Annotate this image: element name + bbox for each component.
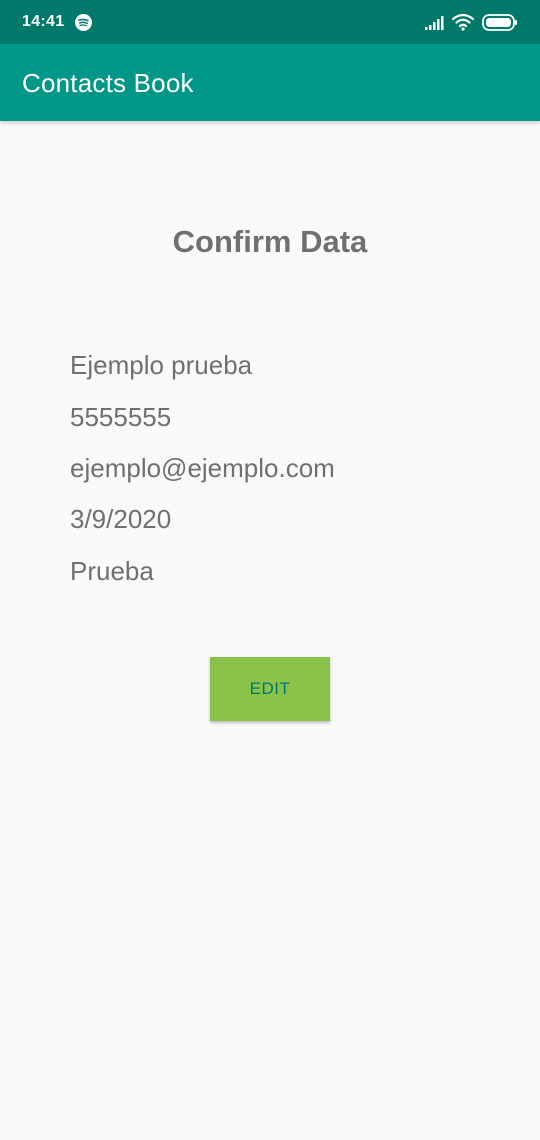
app-bar: Contacts Book [0,44,540,121]
spotify-icon [75,14,92,31]
wifi-icon [451,13,475,31]
cell-signal-icon [424,15,446,31]
edit-button[interactable]: EDIT [210,657,330,721]
contact-date: 3/9/2020 [70,504,172,534]
status-bar: 14:41 [0,0,540,44]
contact-phone: 5555555 [70,402,172,432]
page-title: Confirm Data [172,224,368,259]
battery-icon [482,14,518,31]
status-time: 14:41 [22,13,65,30]
contact-name: Ejemplo prueba [70,350,253,380]
app-title: Contacts Book [22,68,194,98]
contact-email: ejemplo@ejemplo.com [70,453,335,483]
contact-description: Prueba [70,556,154,586]
